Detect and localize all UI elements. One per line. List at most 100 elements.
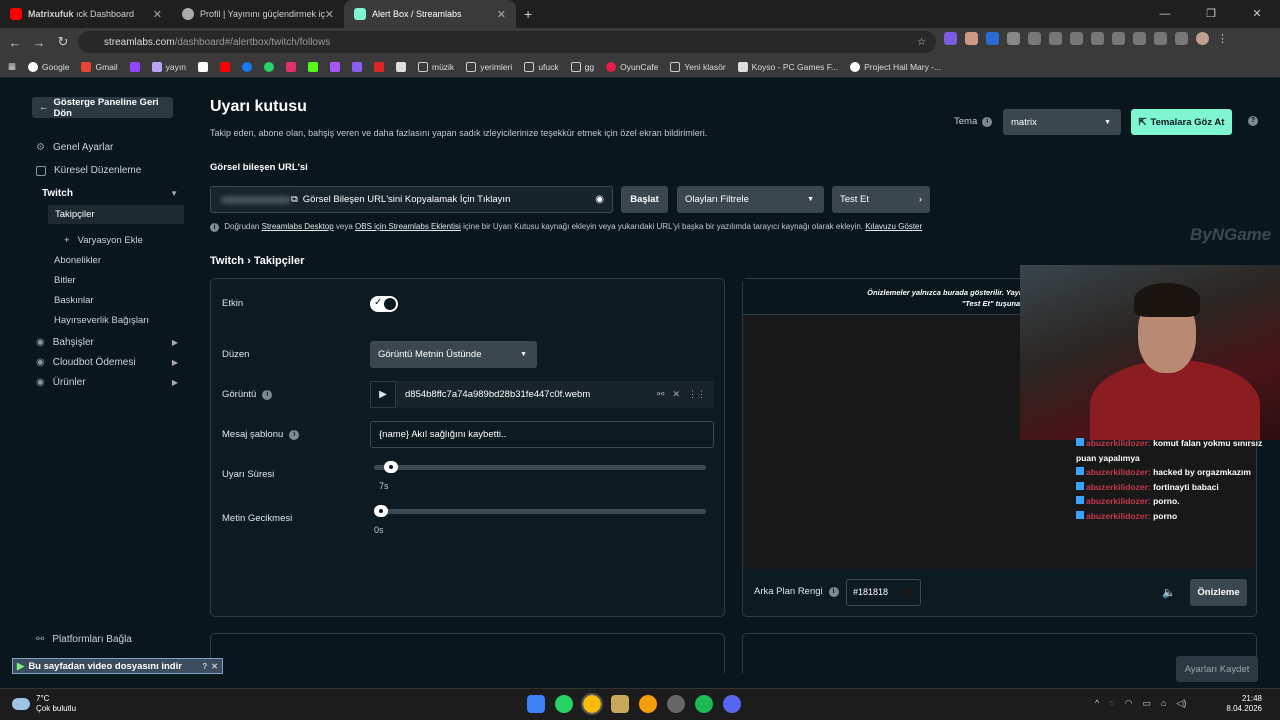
guide-link[interactable]: Kılavuzu Göster [865, 222, 922, 231]
sidebar-item-subscriptions[interactable]: Abonelikler [54, 255, 101, 266]
sidebar-item-twitch[interactable]: Twitch ▼ [42, 188, 182, 199]
bookmark-yerimleri[interactable]: yerimleri [466, 61, 512, 72]
bookmark-x[interactable] [197, 61, 208, 72]
close-tab-icon[interactable]: ✕ [325, 8, 334, 21]
weather-widget[interactable]: 7°C Çok bulutlu [12, 694, 76, 714]
background-color-input[interactable]: #181818 [846, 579, 921, 606]
speaker-icon[interactable]: 🔈 [1162, 586, 1176, 599]
app-icon[interactable] [639, 695, 657, 713]
sidebar-item-cloudbot[interactable]: ◉ Cloudbot Ödemesi ▶ [36, 357, 178, 368]
video-download-bar[interactable]: ▶ Bu sayfadan video dosyasını indir ? ✕ [12, 658, 223, 674]
headset-icon[interactable]: ◠ [1125, 698, 1133, 709]
close-icon[interactable]: ✕ [672, 389, 680, 400]
obs-icon[interactable] [667, 695, 685, 713]
sidebar-item-connect-platforms[interactable]: ⚯ Platformları Bağla [36, 634, 132, 645]
bookmark-instagram[interactable] [285, 61, 296, 72]
forward-icon[interactable]: → [27, 35, 51, 50]
browser-tab-3[interactable]: Alert Box / Streamlabs ✕ [344, 0, 516, 28]
theme-select[interactable]: matrix ▼ [1003, 109, 1121, 135]
twitch-extension-icon[interactable] [944, 32, 957, 45]
monitor-icon[interactable]: ▭ [1142, 698, 1151, 709]
sidebar-item-global-edit[interactable]: Küresel Düzenleme [36, 165, 141, 176]
sidebar-item-tips[interactable]: ◉ Bahşişler ▶ [36, 337, 178, 348]
profile-avatar[interactable] [1196, 32, 1209, 45]
league-icon[interactable] [611, 695, 629, 713]
info-icon[interactable]: i [289, 429, 300, 440]
info-icon[interactable]: i [982, 116, 993, 127]
bookmark-project-hail-mary[interactable]: Project Hail Mary -... [850, 61, 941, 72]
message-template-input[interactable]: {name} Akıl sağlığını kaybetti.. [370, 421, 714, 448]
network-icon[interactable]: ⌂ [1161, 698, 1166, 709]
shield-extension-icon[interactable] [1007, 32, 1020, 45]
bookmark-gmail[interactable]: Gmail [81, 61, 118, 72]
close-tab-icon[interactable]: ✕ [153, 8, 162, 21]
browse-themes-button[interactable]: ⇱ Temalara Göz At [1131, 109, 1232, 135]
sidebar-item-followers[interactable]: Takipçiler [48, 205, 184, 224]
bookmark-app4[interactable] [395, 61, 406, 72]
info-icon[interactable]: i [828, 586, 839, 597]
back-to-dashboard-button[interactable]: ← Gösterge Paneline Geri Dön [32, 97, 173, 119]
close-window-icon[interactable]: ✕ [1234, 0, 1280, 28]
bookmark-app1[interactable] [329, 61, 340, 72]
enabled-toggle[interactable]: ✓ [370, 296, 398, 312]
tab-search-icon[interactable] [1133, 32, 1146, 45]
tools-extension-icon[interactable] [1028, 32, 1041, 45]
split-view-icon[interactable] [1112, 32, 1125, 45]
windows-start-icon[interactable] [527, 695, 545, 713]
url-field[interactable]: streamlabs.com/dashboard#/alertbox/twitc… [78, 31, 936, 53]
volume-icon[interactable]: ◁) [1176, 698, 1186, 709]
bookmark-app2[interactable] [351, 61, 362, 72]
bookmark-facebook[interactable] [241, 61, 252, 72]
filter-events-select[interactable]: Olayları Filtrele ▼ [677, 186, 824, 213]
bookmark-twitch[interactable] [129, 61, 140, 72]
start-button[interactable]: Başlat [621, 186, 668, 213]
eye-icon[interactable]: ◉ [595, 194, 604, 205]
link-icon[interactable]: ⚯ [657, 389, 665, 400]
bookmark-kick[interactable] [307, 61, 318, 72]
bookmark-yeni-klasor[interactable]: Yeni klasör [670, 61, 726, 72]
close-tab-icon[interactable]: ✕ [497, 8, 506, 21]
sidebar-item-products[interactable]: ◉ Ürünler ▶ [36, 377, 178, 388]
bookmark-whatsapp[interactable] [263, 61, 274, 72]
widget-url-field[interactable]: ⧉ Görsel Bileşen URL'sini Kopyalamak İçi… [210, 186, 613, 213]
help-icon[interactable]: ? [1248, 116, 1258, 126]
image-file-field[interactable]: ▶ d854b8ffc7a74a989bd28b31fe447c0f.webm … [370, 381, 714, 408]
star-icon[interactable]: ☆ [917, 37, 926, 48]
sidebar-item-bits[interactable]: Bitler [54, 275, 76, 286]
info-icon[interactable]: i [262, 389, 273, 400]
media-icon[interactable] [1070, 32, 1083, 45]
back-icon[interactable]: ← [3, 35, 27, 50]
chevron-up-icon[interactable]: ^ [1095, 698, 1099, 709]
sidebar-item-raids[interactable]: Baskınlar [54, 295, 94, 306]
text-delay-slider[interactable] [374, 505, 706, 517]
apps-icon[interactable]: ▦ [8, 61, 16, 72]
obs-plugin-link[interactable]: OBS için Streamlabs Eklentisi [355, 222, 461, 231]
bookmark-oyuncafe[interactable]: OyunCafe [606, 61, 658, 72]
color-swatch[interactable] [903, 587, 914, 598]
calendar-extension-icon[interactable] [986, 32, 999, 45]
extensions-icon[interactable] [1175, 32, 1188, 45]
close-icon[interactable]: ✕ [211, 662, 218, 671]
bookmark-app3[interactable] [373, 61, 384, 72]
sidebar-item-charity[interactable]: Hayırseverlik Bağışları [54, 315, 149, 326]
menu-icon[interactable]: ⋮ [1217, 32, 1228, 45]
test-button[interactable]: Test Et › [832, 186, 930, 213]
chrome-icon[interactable] [581, 693, 603, 715]
taskbar-clock[interactable]: 21:48 8.04.2026 [1226, 694, 1262, 714]
sidebar-add-variation[interactable]: + Varyasyon Ekle [64, 235, 143, 246]
spotify-icon[interactable] [695, 695, 713, 713]
minimize-icon[interactable]: — [1142, 0, 1188, 28]
bookmark-gg[interactable]: gg [570, 61, 594, 72]
slider-handle[interactable] [374, 505, 388, 517]
preview-button[interactable]: Önizleme [1190, 579, 1247, 606]
new-tab-button[interactable]: + [524, 6, 532, 22]
puzzle-icon[interactable] [1049, 32, 1062, 45]
layout-select[interactable]: Görüntü Metnin Üstünde ▼ [370, 341, 537, 368]
grid-icon[interactable]: ⋮⋮ [688, 389, 706, 400]
maximize-icon[interactable]: ❐ [1188, 0, 1234, 28]
sidebar-item-general-settings[interactable]: ⚙ Genel Ayarlar [36, 142, 113, 153]
help-icon[interactable]: ? [202, 662, 207, 671]
save-settings-button[interactable]: Ayarları Kaydet [1176, 656, 1258, 682]
tray-app-icon[interactable]: ◌ [1109, 698, 1114, 709]
whatsapp-icon[interactable] [555, 695, 573, 713]
